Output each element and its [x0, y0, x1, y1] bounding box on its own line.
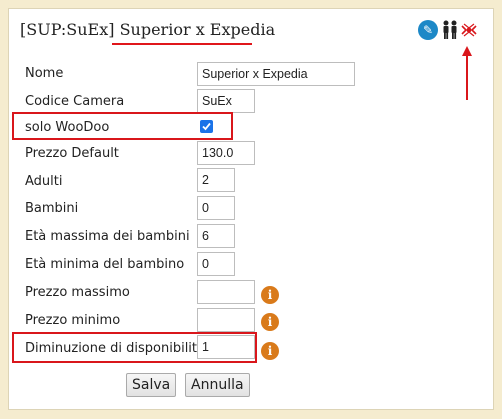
bambini-label: Bambini [25, 201, 79, 216]
prezzo-default-label: Prezzo Default [25, 146, 119, 161]
prezzo-default-input[interactable]: 130.0 [197, 141, 255, 165]
nome-input[interactable]: Superior x Expedia [197, 62, 355, 86]
codice-camera-input[interactable]: SuEx [197, 89, 255, 113]
diminuzione-label: Diminuzione di disponibilità [25, 341, 205, 356]
prezzo-massimo-label: Prezzo massimo [25, 285, 130, 300]
eta-massima-input[interactable]: 6 [197, 224, 235, 248]
page-title: [SUP:SuEx] Superior x Expedia [20, 20, 275, 39]
save-button[interactable]: Salva [126, 373, 177, 397]
bambini-input[interactable]: 0 [197, 196, 235, 220]
solo-woodoo-label: solo WooDoo [25, 120, 110, 135]
adulti-input[interactable]: 2 [197, 168, 235, 192]
room-name: Superior x Expedia [119, 20, 276, 39]
eta-minima-label: Età minima del bambino [25, 257, 185, 272]
room-code: [SUP:SuEx] [20, 20, 115, 39]
adulti-label: Adulti [25, 174, 63, 189]
diminuzione-info-icon[interactable]: i [261, 342, 279, 360]
check-icon [202, 122, 211, 131]
cancel-button[interactable]: Annulla [185, 373, 250, 397]
codice-camera-label: Codice Camera [25, 94, 125, 109]
bed-icon[interactable] [460, 20, 478, 40]
title-underline-annotation [112, 43, 252, 45]
diminuzione-input[interactable]: 1 [197, 335, 255, 359]
solo-woodoo-checkbox[interactable] [200, 120, 213, 133]
arrow-annotation [462, 46, 472, 100]
prezzo-minimo-label: Prezzo minimo [25, 313, 121, 328]
eta-minima-input[interactable]: 0 [197, 252, 235, 276]
eta-massima-label: Età massima dei bambini [25, 229, 190, 244]
edit-icon[interactable]: ✎ [418, 20, 438, 40]
prezzo-minimo-input[interactable] [197, 308, 255, 332]
prezzo-massimo-input[interactable] [197, 280, 255, 304]
people-icon[interactable] [442, 20, 458, 40]
prezzo-massimo-info-icon[interactable]: i [261, 286, 279, 304]
nome-label: Nome [25, 66, 64, 81]
prezzo-minimo-info-icon[interactable]: i [261, 313, 279, 331]
